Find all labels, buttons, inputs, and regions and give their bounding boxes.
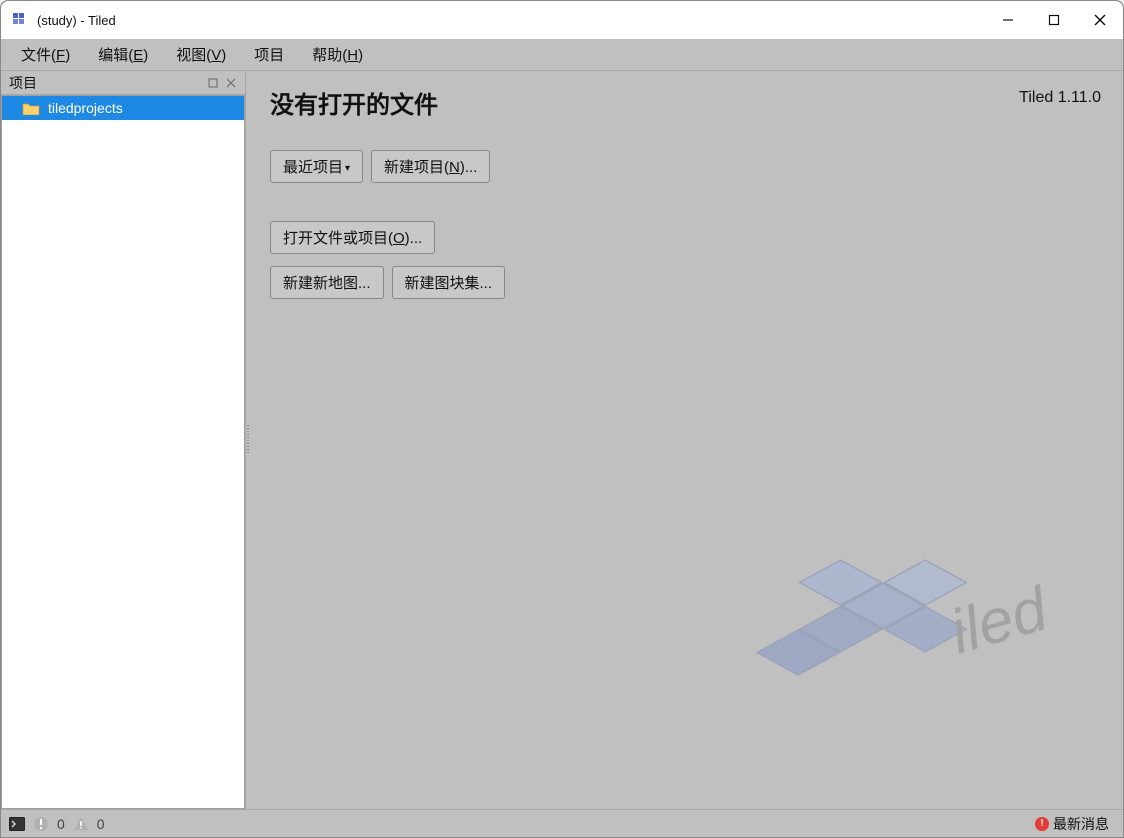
version-label: Tiled 1.11.0 xyxy=(1019,89,1101,107)
panel-float-icon[interactable] xyxy=(205,75,221,91)
recent-projects-button[interactable]: 最近项目▾ xyxy=(270,150,363,183)
minimize-button[interactable] xyxy=(985,1,1031,39)
window-title: (study) - Tiled xyxy=(37,13,116,28)
project-panel: 项目 tiledprojects xyxy=(1,71,246,809)
error-icon[interactable] xyxy=(33,816,49,832)
menu-view[interactable]: 视图(V) xyxy=(162,40,240,69)
dropdown-arrow-icon: ▾ xyxy=(345,163,350,174)
tree-item-tiledprojects[interactable]: tiledprojects xyxy=(2,96,244,120)
menu-help[interactable]: 帮助(H) xyxy=(298,40,377,69)
page-title: 没有打开的文件 xyxy=(270,85,1103,120)
statusbar: 0 0 ! 最新消息 xyxy=(1,809,1123,837)
new-project-button[interactable]: 新建项目(N)... xyxy=(371,150,490,183)
tree-item-label: tiledprojects xyxy=(48,100,123,116)
news-label: 最新消息 xyxy=(1053,814,1109,834)
error-count: 0 xyxy=(57,816,65,832)
menu-edit[interactable]: 编辑(E) xyxy=(84,40,162,69)
welcome-page: 没有打开的文件 Tiled 1.11.0 最近项目▾ 新建项目(N)... 打开… xyxy=(250,71,1123,809)
tiled-logo-watermark: iled xyxy=(723,534,1103,759)
menu-project[interactable]: 项目 xyxy=(240,40,298,69)
project-panel-title: 项目 xyxy=(9,73,203,93)
news-alert-icon: ! xyxy=(1035,817,1049,831)
new-map-button[interactable]: 新建新地图... xyxy=(270,266,384,299)
maximize-button[interactable] xyxy=(1031,1,1077,39)
menu-file[interactable]: 文件(F) xyxy=(7,40,84,69)
new-tileset-button[interactable]: 新建图块集... xyxy=(392,266,506,299)
folder-icon xyxy=(22,101,40,115)
open-file-or-project-button[interactable]: 打开文件或项目(O)... xyxy=(270,221,435,254)
warning-count: 0 xyxy=(97,816,105,832)
warning-icon[interactable] xyxy=(73,816,89,832)
menubar: 文件(F) 编辑(E) 视图(V) 项目 帮助(H) xyxy=(1,39,1123,71)
console-icon[interactable] xyxy=(9,816,25,832)
titlebar: (study) - Tiled xyxy=(1,1,1123,39)
project-panel-header: 项目 xyxy=(1,71,245,95)
svg-text:iled: iled xyxy=(943,574,1057,668)
panel-close-icon[interactable] xyxy=(223,75,239,91)
project-tree[interactable]: tiledprojects xyxy=(1,95,245,809)
close-button[interactable] xyxy=(1077,1,1123,39)
tiled-app-icon xyxy=(11,11,29,29)
news-button[interactable]: ! 最新消息 xyxy=(1029,812,1115,836)
